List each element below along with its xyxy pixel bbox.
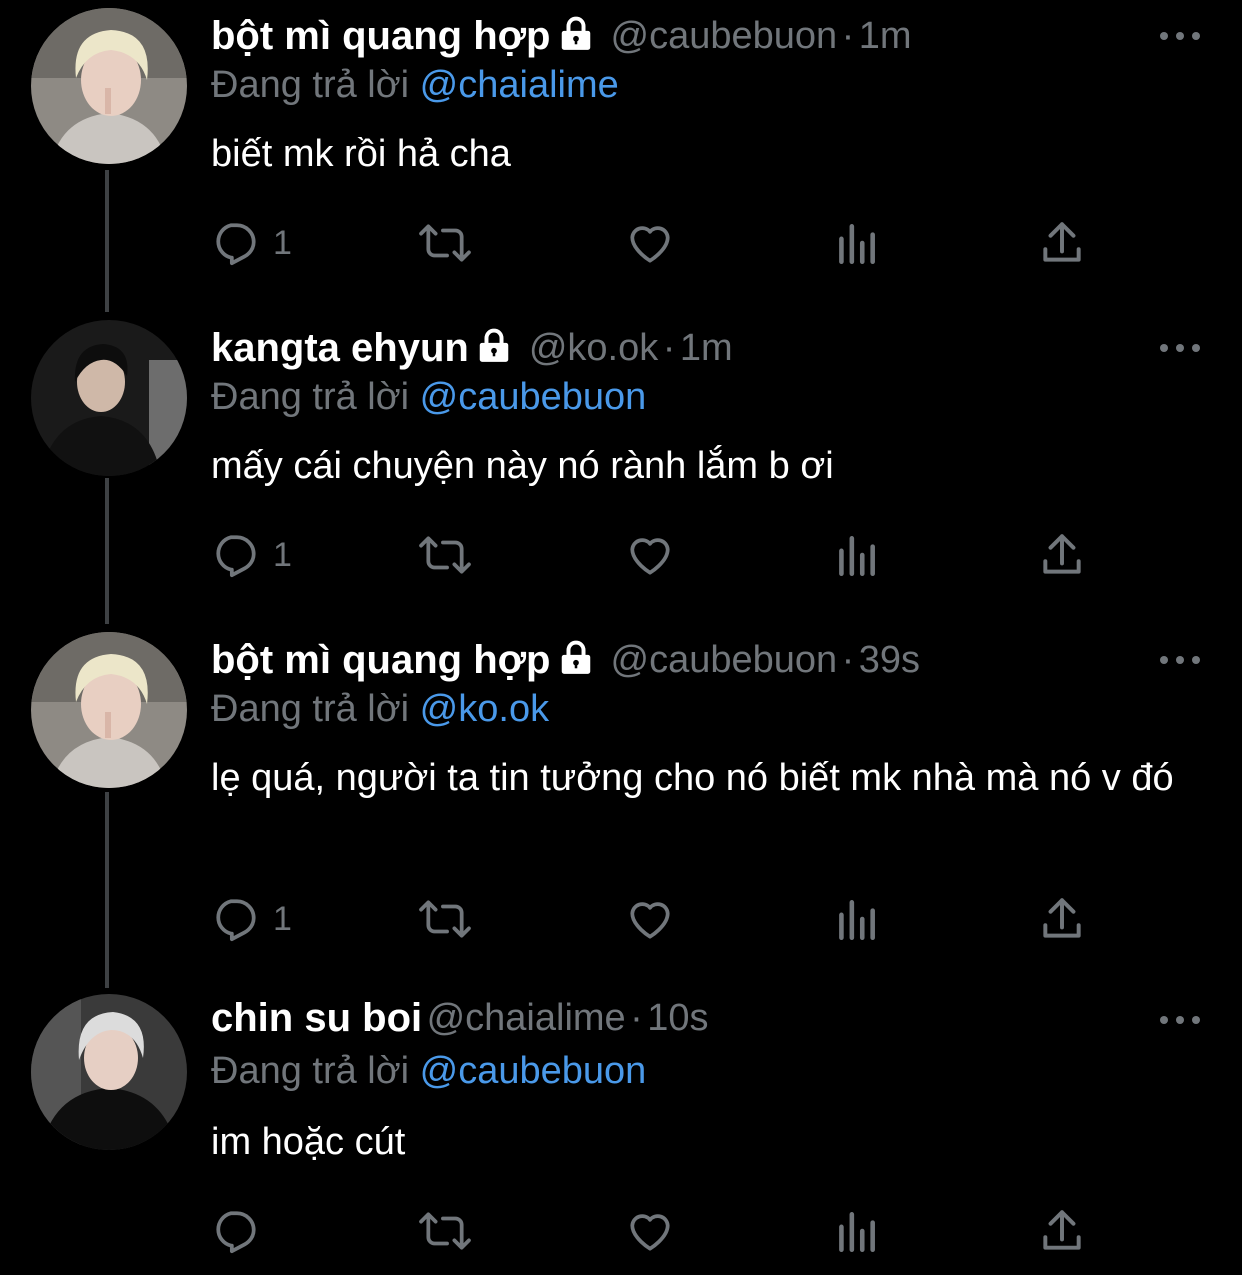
separator: · xyxy=(841,639,855,681)
share-icon xyxy=(1043,898,1081,938)
timestamp[interactable]: 39s xyxy=(859,639,920,681)
avatar-image xyxy=(31,994,187,1150)
display-name[interactable]: kangta ehyun xyxy=(211,326,469,370)
more-options-icon[interactable] xyxy=(1160,26,1200,46)
analytics-icon xyxy=(839,900,875,941)
user-handle[interactable]: @chaialime xyxy=(427,997,626,1039)
display-name[interactable]: chin su boi xyxy=(211,996,422,1040)
reply-icon xyxy=(216,535,256,578)
lock-icon xyxy=(475,327,513,370)
avatar-image xyxy=(31,320,187,476)
share-button[interactable] xyxy=(1037,1206,1087,1256)
replying-label: Đang trả lời xyxy=(211,64,410,106)
replying-mention-link[interactable]: @caubebuon xyxy=(420,1050,647,1092)
replying-mention-link[interactable]: @ko.ok xyxy=(420,688,549,730)
analytics-icon xyxy=(839,224,875,265)
lock-icon xyxy=(557,639,595,682)
replying-label: Đang trả lời xyxy=(211,688,410,730)
tweet-text: lẹ quá, người ta tin tưởng cho nó biết m… xyxy=(211,757,1174,799)
like-button[interactable] xyxy=(625,530,675,580)
user-handle[interactable]: @caubebuon xyxy=(611,15,838,57)
retweet-button[interactable] xyxy=(417,530,473,580)
analytics-icon xyxy=(839,536,875,577)
avatar[interactable] xyxy=(31,8,187,164)
retweet-icon xyxy=(419,224,471,262)
share-icon xyxy=(1043,534,1081,574)
separator: · xyxy=(630,997,643,1039)
analytics-button[interactable] xyxy=(831,530,881,580)
share-icon xyxy=(1043,1210,1081,1250)
separator: · xyxy=(841,15,855,57)
share-button[interactable] xyxy=(1037,218,1087,268)
replying-to: Đang trả lời @caubebuon xyxy=(211,1050,646,1093)
like-button[interactable] xyxy=(625,1206,675,1256)
tweet[interactable]: chin su boi @chaialime · 10s Đang trả lờ… xyxy=(0,986,1242,1275)
tweet[interactable]: bột mì quang hợp @caubebuon · 39s Đang tr… xyxy=(0,624,1242,984)
tweet[interactable]: bột mì quang hợp @caubebuon · 1m Đang trả… xyxy=(0,0,1242,300)
avatar-image xyxy=(31,8,187,164)
analytics-button[interactable] xyxy=(831,894,881,944)
reply-count: 1 xyxy=(273,223,292,262)
more-options-icon[interactable] xyxy=(1160,650,1200,670)
reply-count: 1 xyxy=(273,535,292,574)
replying-label: Đang trả lời xyxy=(211,376,410,418)
tweet-text: im hoặc cút xyxy=(211,1121,406,1163)
tweet-header: kangta ehyun @ko.ok · 1m xyxy=(211,326,733,376)
replying-to: Đang trả lời @ko.ok xyxy=(211,688,549,731)
retweet-icon xyxy=(419,536,471,574)
user-handle[interactable]: @ko.ok xyxy=(529,327,658,369)
tweet-header: bột mì quang hợp @caubebuon · 1m xyxy=(211,14,912,64)
avatar[interactable] xyxy=(31,632,187,788)
tweet[interactable]: kangta ehyun @ko.ok · 1m Đang trả lời @ca… xyxy=(0,312,1242,612)
analytics-button[interactable] xyxy=(831,218,881,268)
analytics-icon xyxy=(839,1212,875,1253)
tweet-header: chin su boi @chaialime · 10s xyxy=(211,996,709,1046)
more-options-icon[interactable] xyxy=(1160,338,1200,358)
heart-icon xyxy=(630,902,670,939)
like-button[interactable] xyxy=(625,218,675,268)
replying-label: Đang trả lời xyxy=(211,1050,410,1092)
reply-button[interactable] xyxy=(211,1206,273,1256)
replying-mention-link[interactable]: @caubebuon xyxy=(420,376,647,418)
timestamp[interactable]: 1m xyxy=(859,15,912,57)
reply-icon xyxy=(216,1211,256,1254)
heart-icon xyxy=(630,1214,670,1251)
replying-mention-link[interactable]: @chaialime xyxy=(420,64,619,106)
retweet-button[interactable] xyxy=(417,894,473,944)
share-button[interactable] xyxy=(1037,530,1087,580)
retweet-button[interactable] xyxy=(417,1206,473,1256)
reply-button[interactable]: 1 xyxy=(211,218,292,268)
timestamp[interactable]: 10s xyxy=(647,997,708,1039)
tweet-header: bột mì quang hợp @caubebuon · 39s xyxy=(211,638,920,688)
separator: · xyxy=(662,327,676,369)
user-handle[interactable]: @caubebuon xyxy=(611,639,838,681)
reply-button[interactable]: 1 xyxy=(211,530,292,580)
display-name[interactable]: bột mì quang hợp xyxy=(211,14,551,58)
tweet-text: biết mk rồi hả cha xyxy=(211,133,511,175)
retweet-button[interactable] xyxy=(417,218,473,268)
reply-count: 1 xyxy=(273,899,292,938)
share-icon xyxy=(1043,222,1081,262)
more-options-icon[interactable] xyxy=(1160,1010,1200,1030)
avatar-image xyxy=(31,632,187,788)
reply-button[interactable]: 1 xyxy=(211,894,292,944)
heart-icon xyxy=(630,538,670,575)
reply-icon xyxy=(216,899,256,942)
avatar[interactable] xyxy=(31,320,187,476)
analytics-button[interactable] xyxy=(831,1206,881,1256)
avatar[interactable] xyxy=(31,994,187,1150)
share-button[interactable] xyxy=(1037,894,1087,944)
display-name[interactable]: bột mì quang hợp xyxy=(211,638,551,682)
retweet-icon xyxy=(419,1212,471,1250)
replying-to: Đang trả lời @chaialime xyxy=(211,64,619,107)
retweet-icon xyxy=(419,900,471,938)
lock-icon xyxy=(557,15,595,58)
timestamp[interactable]: 1m xyxy=(680,327,733,369)
replying-to: Đang trả lời @caubebuon xyxy=(211,376,646,419)
like-button[interactable] xyxy=(625,894,675,944)
tweet-text: mấy cái chuyện này nó rành lắm b ơi xyxy=(211,445,834,487)
reply-icon xyxy=(216,223,256,266)
heart-icon xyxy=(630,226,670,263)
